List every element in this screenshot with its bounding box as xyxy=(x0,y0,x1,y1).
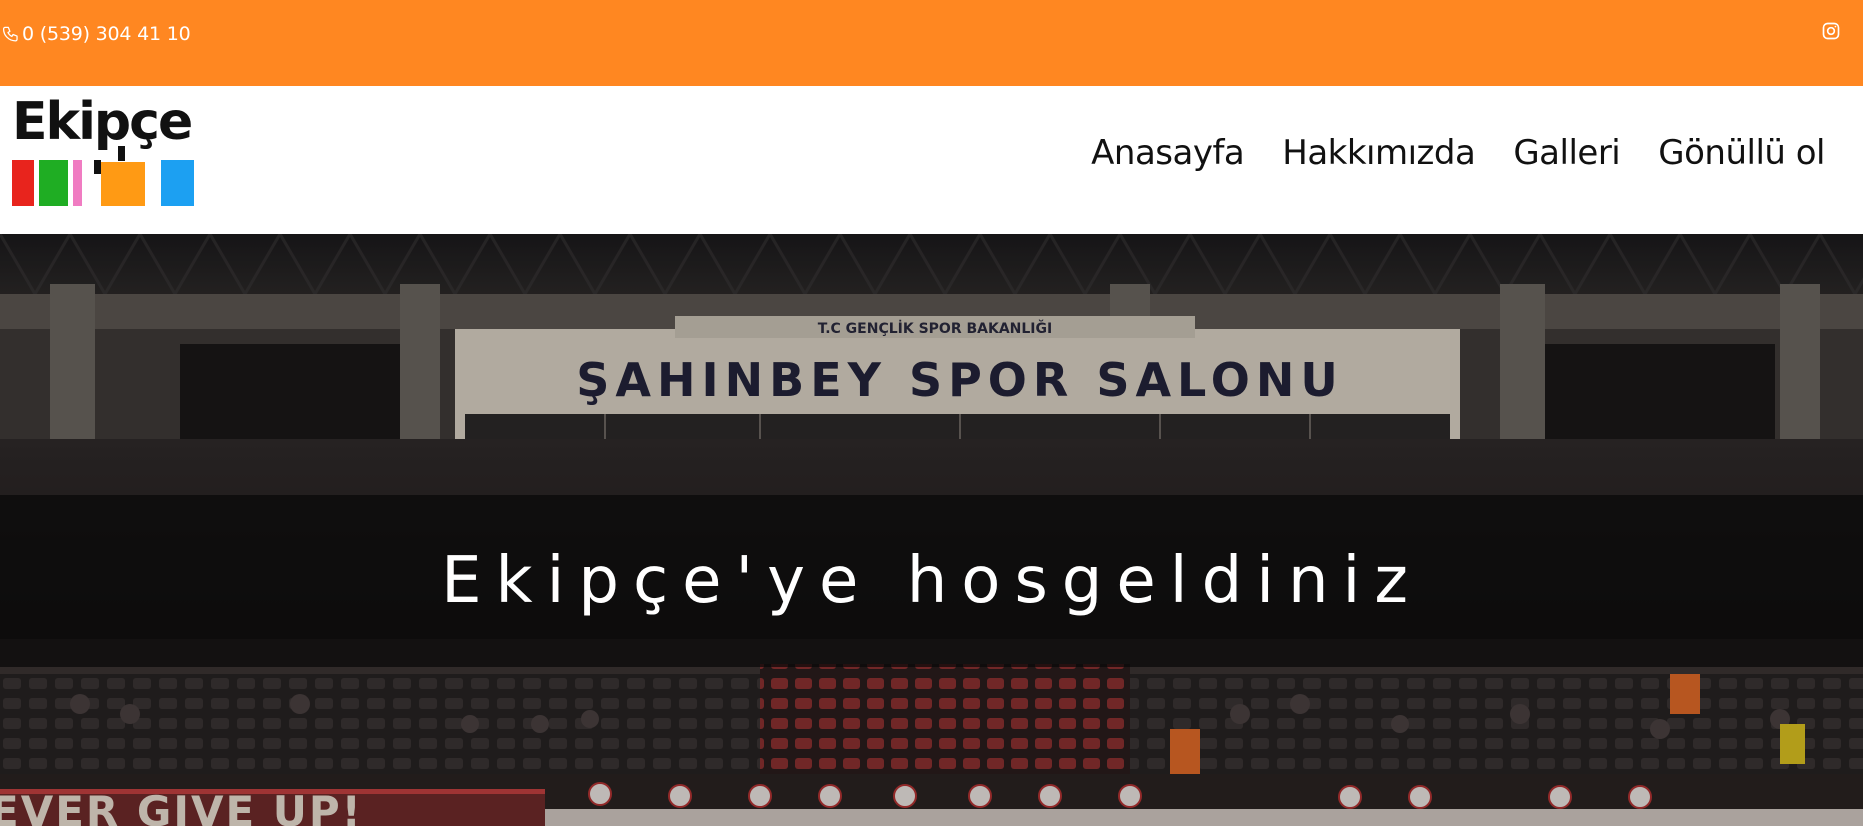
phone-icon xyxy=(2,26,18,41)
top-bar: 0 (539) 304 41 10 xyxy=(0,0,1863,86)
instagram-link[interactable] xyxy=(1821,21,1841,41)
site-logo[interactable]: Ekipçe xyxy=(12,96,196,208)
logo-text: Ekipçe xyxy=(12,92,193,152)
hero-title-band: Ekipçe'ye hosgeldiniz xyxy=(0,495,1863,667)
phone-number: 0 (539) 304 41 10 xyxy=(22,23,191,45)
hero-section: T.C GENÇLİK SPOR BAKANLIĞI ŞAHINBEY SPOR… xyxy=(0,234,1863,826)
nav-item-hakkimizda[interactable]: Hakkımızda xyxy=(1282,136,1476,170)
nav-item-anasayfa[interactable]: Anasayfa xyxy=(1091,136,1245,170)
phone-link[interactable]: 0 (539) 304 41 10 xyxy=(2,20,191,48)
site-header: Ekipçe Anasayfa Hakkımızda Galleri Gönül… xyxy=(0,86,1863,234)
nav-item-gonullu-ol[interactable]: Gönüllü ol xyxy=(1658,136,1825,170)
hero-title: Ekipçe'ye hosgeldiniz xyxy=(441,544,1422,618)
instagram-icon xyxy=(1822,22,1840,40)
nav-item-galleri[interactable]: Galleri xyxy=(1513,136,1620,170)
main-nav: Anasayfa Hakkımızda Galleri Gönüllü ol xyxy=(1053,136,1825,170)
